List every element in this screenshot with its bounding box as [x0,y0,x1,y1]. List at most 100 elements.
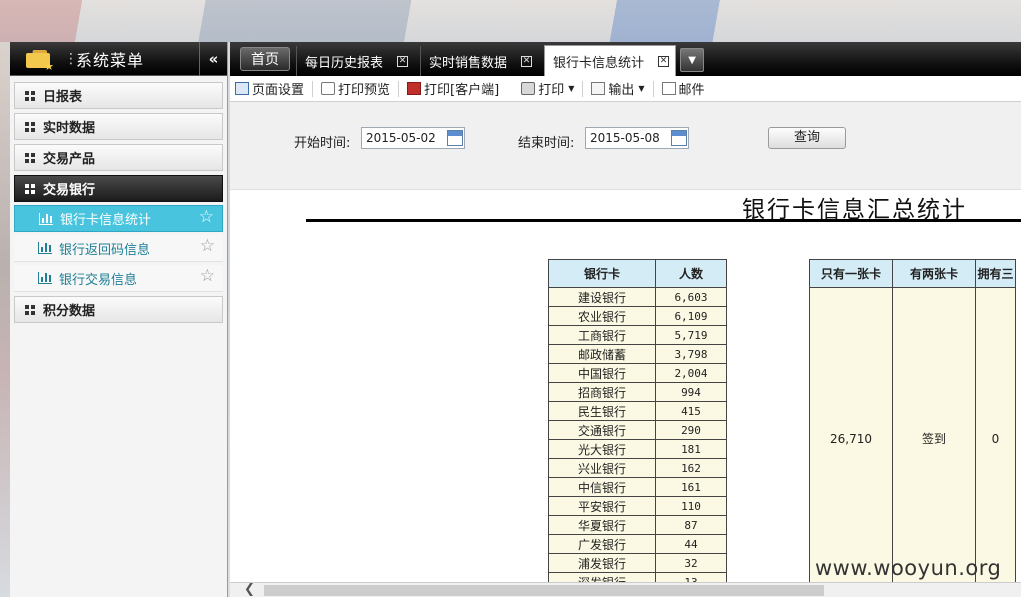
bank-name-cell: 工商银行 [548,325,656,345]
column-header-two-cards: 有两张卡 [892,259,976,288]
bar-chart-icon [38,272,52,284]
bank-name-cell: 华夏银行 [548,515,656,535]
table-cell: 签到 [892,287,976,582]
favorite-star-icon[interactable]: ☆ [200,268,215,285]
print-button[interactable]: 打印 ▼ [521,79,574,98]
tab-close-icon[interactable]: ✕ [521,55,533,67]
menu-group-label: 交易产品 [43,152,96,167]
chevron-down-icon: ▼ [568,84,575,93]
menu-group-daily-report[interactable]: 日报表 [14,82,223,109]
end-date-value: 2015-05-08 [590,131,660,145]
bar-chart-icon [38,242,52,254]
desktop-background-edge [0,42,10,597]
submenu-item-bank-transactions[interactable]: 银行交易信息 ☆ [14,265,223,292]
toolbar-divider [312,80,314,97]
bank-name-cell: 广发银行 [548,534,656,554]
favorite-star-icon[interactable]: ☆ [200,238,215,255]
table-cell: 0 [975,287,1016,582]
bank-card-table: 银行卡 人数 建设银行 6,603 农业银行 6,109 工商银行 5,719 邮政储蓄 3,… [548,259,727,582]
toolbar-divider [398,80,400,97]
title-divider [306,219,1021,222]
table-row: 光大银行 181 [548,439,727,459]
holder-count-cell: 6,109 [655,306,727,326]
print-preview-label: 打印预览 [338,83,391,98]
calendar-icon[interactable] [671,130,687,146]
printer-icon [521,82,536,95]
sidebar-menu: 日报表 实时数据 交易产品 交易银行 银行卡信息统计 ☆ 银行返回码信息 ☆ 银… [10,76,227,323]
bank-name-cell: 民生银行 [548,401,656,421]
end-date-field[interactable]: 2015-05-08 [585,127,689,149]
table-row: 建设银行 6,603 [548,287,727,307]
print-preview-button[interactable]: 打印预览 [321,79,390,98]
query-button[interactable]: 查询 [768,127,846,149]
mail-button[interactable]: 邮件 [661,79,705,98]
bank-name-cell: 平安银行 [548,496,656,516]
table-row: 深发银行13 [548,572,727,582]
end-date-label: 结束时间: [518,136,575,151]
kebab-icon: ⋮ [64,50,78,67]
table-row: 交通银行 290 [548,420,727,440]
toolbar-divider [582,80,584,97]
submenu-item-bank-return-codes[interactable]: 银行返回码信息 ☆ [14,235,223,262]
page-setup-button[interactable]: 页面设置 [235,79,304,98]
tab-realtime-sales[interactable]: 实时销售数据 ✕ [420,46,538,76]
column-header-one-card: 只有一张卡 [809,259,893,288]
holder-count-cell: 13 [655,572,727,582]
tab-close-icon[interactable]: ✕ [397,55,409,67]
tab-bank-card-stats[interactable]: 银行卡信息统计 ✕ [544,45,677,76]
bank-name-cell: 兴业银行 [548,458,656,478]
column-header-three-cards: 拥有三 [975,259,1016,288]
bank-name-cell: 交通银行 [548,420,656,440]
collapse-sidebar-button[interactable]: « [199,42,227,76]
table-row: 平安银行 110 [548,496,727,516]
submenu-item-label: 银行卡信息统计 [60,213,152,228]
holder-count-cell: 290 [655,420,727,440]
table-row: 邮政储蓄 3,798 [548,344,727,364]
desktop-background [0,0,1021,42]
tab-home[interactable]: 首页 [240,47,290,71]
bank-name-cell: 光大银行 [548,439,656,459]
tab-close-icon[interactable]: ✕ [658,55,670,67]
menu-group-trade-products[interactable]: 交易产品 [14,144,223,171]
holder-count-cell: 162 [655,458,727,478]
scrollbar-thumb[interactable] [264,585,824,596]
holder-count-cell: 994 [655,382,727,402]
holder-count-cell: 110 [655,496,727,516]
chevron-down-icon: ▼ [638,84,645,93]
holder-count-cell: 6,603 [655,287,727,307]
toolbar-divider [652,80,654,97]
table-row: 工商银行 5,719 [548,325,727,345]
horizontal-scrollbar[interactable]: ❮ [230,582,1021,597]
submenu-item-label: 银行返回码信息 [59,242,151,258]
bank-name-cell: 中信银行 [548,477,656,497]
tab-list-dropdown-button[interactable]: ▼ [680,48,705,72]
favorite-star-icon[interactable]: ☆ [199,209,214,226]
query-panel: 开始时间: 2015-05-02 结束时间: 2015-05-08 查询 [230,102,1021,190]
export-button[interactable]: 输出 ▼ [591,79,645,98]
menu-group-points-data[interactable]: 积分数据 [14,296,223,323]
menu-group-realtime-data[interactable]: 实时数据 [14,113,223,140]
table-row: 26,710 签到 0 [809,287,1016,582]
calendar-icon[interactable] [447,130,463,146]
grid-icon [25,304,35,315]
sidebar-title: 系统菜单 [76,50,145,70]
submenu-item-bank-card-stats[interactable]: 银行卡信息统计 ☆ [14,205,223,232]
watermark: www.wooyun.org [815,556,1002,580]
bank-name-cell: 深发银行 [548,572,656,582]
tab-label: 银行卡信息统计 [553,55,645,71]
pdf-icon [407,82,422,95]
scroll-left-icon[interactable]: ❮ [244,583,255,597]
start-date-field[interactable]: 2015-05-02 [361,127,465,149]
grid-icon [25,90,35,101]
start-date-value: 2015-05-02 [366,131,436,145]
holder-count-cell: 44 [655,534,727,554]
print-client-button[interactable]: 打印[客户端] [407,79,499,98]
holder-count-cell: 87 [655,515,727,535]
tab-label: 每日历史报表 [305,55,384,71]
sidebar: ★ ⋮ 系统菜单 « 日报表 实时数据 交易产品 交易银行 银行卡信息统计 ☆ [10,42,228,597]
menu-group-trade-banks[interactable]: 交易银行 [14,175,223,202]
grid-icon [25,152,35,163]
tab-daily-history-report[interactable]: 每日历史报表 ✕ [296,46,414,76]
table-cell: 26,710 [809,287,893,582]
holder-count-cell: 2,004 [655,363,727,383]
